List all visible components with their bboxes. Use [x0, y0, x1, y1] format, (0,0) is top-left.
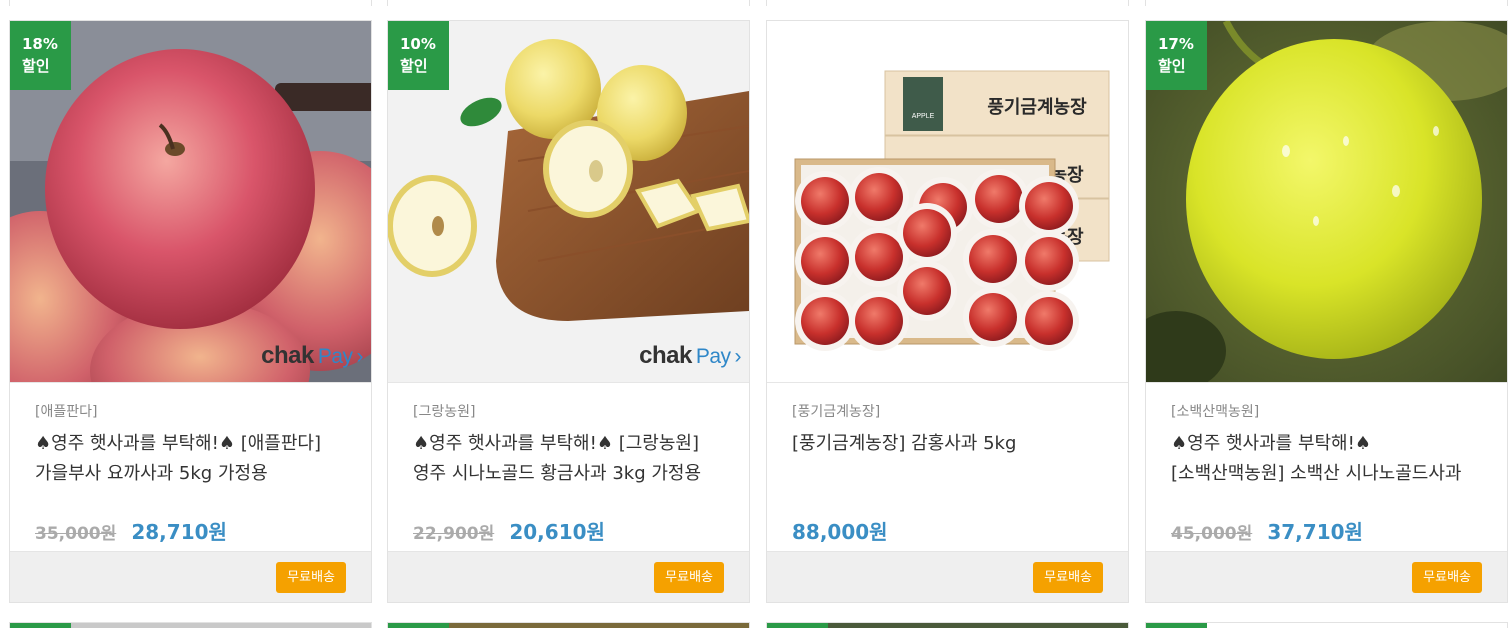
chevron-right-icon: ›	[356, 345, 364, 368]
discount-rate: 18%	[22, 35, 58, 53]
seller-name: [그랑농원]	[413, 404, 476, 420]
box-logo-text: APPLE	[912, 113, 935, 120]
apple-shape	[1025, 237, 1073, 285]
product-card[interactable]: 10% 할인 chak Pay › [그랑농원] ♠영주 햇사과를 부탁해!♠ [그…	[387, 20, 750, 603]
card-footer: 무료배송	[10, 551, 371, 602]
free-shipping-badge[interactable]: 무료배송	[1412, 562, 1482, 593]
price-row: 88,000원	[792, 518, 888, 546]
product-title[interactable]: [풍기금계농장] 감홍사과 5kg	[792, 429, 1103, 489]
apple-shape	[969, 293, 1017, 341]
next-row-card-edge	[766, 622, 1129, 628]
discount-rate: 17%	[1158, 35, 1194, 53]
discount-label: 할인	[22, 57, 50, 75]
seller-name: [소백산맥농원]	[1171, 404, 1260, 420]
product-info[interactable]: [풍기금계농장] [풍기금계농장] 감홍사과 5kg 88,000원	[767, 383, 1128, 551]
product-title[interactable]: ♠영주 햇사과를 부탁해!♠ [애플판다] 가을부사 요까사과 5kg 가정용	[35, 429, 346, 489]
price-row: 45,000원 37,710원	[1171, 518, 1363, 546]
original-price: 45,000원	[1171, 524, 1253, 544]
apple-shape	[855, 173, 903, 221]
prev-row-card-edge	[9, 0, 372, 6]
discount-badge-edge	[1146, 623, 1207, 628]
apple-shape	[801, 297, 849, 345]
apple-shape	[969, 235, 1017, 283]
card-footer: 무료배송	[767, 551, 1128, 602]
discount-label: 할인	[400, 57, 428, 75]
seller-name: [풍기금계농장]	[792, 404, 881, 420]
original-price: 35,000원	[35, 524, 117, 544]
sale-price: 20,610원	[509, 520, 605, 544]
discount-rate: 10%	[400, 35, 436, 53]
next-row-card-edge	[1145, 622, 1508, 628]
chakpay-chak: chak	[261, 342, 314, 369]
price-row: 22,900원 20,610원	[413, 518, 605, 546]
image-edge	[1207, 623, 1507, 628]
product-info[interactable]: [애플판다] ♠영주 햇사과를 부탁해!♠ [애플판다] 가을부사 요까사과 5…	[10, 383, 371, 551]
apple-shape	[801, 237, 849, 285]
chakpay-chak: chak	[639, 342, 692, 369]
price-row: 35,000원 28,710원	[35, 518, 227, 546]
prev-row-card-edge	[766, 0, 1129, 6]
card-footer: 무료배송	[1146, 551, 1507, 602]
product-image[interactable]: APPLE 풍기금계농장 농장 농장	[767, 21, 1128, 382]
prev-row-card-edge	[1145, 0, 1508, 6]
free-shipping-badge[interactable]: 무료배송	[276, 562, 346, 593]
discount-badge: 17% 할인	[1146, 21, 1207, 90]
apple-shape	[1025, 182, 1073, 230]
chakpay-logo: chak Pay ›	[639, 342, 741, 370]
discount-badge-edge	[767, 623, 828, 628]
sale-price: 28,710원	[131, 520, 227, 544]
next-row-card-edge	[387, 622, 750, 628]
discount-badge: 10% 할인	[388, 21, 449, 90]
product-card[interactable]: 17% 할인 [소백산맥농원] ♠영주 햇사과를 부탁해!♠ [소백산맥농원] …	[1145, 20, 1508, 603]
free-shipping-badge[interactable]: 무료배송	[1033, 562, 1103, 593]
box-brand-text: 풍기금계농장	[987, 97, 1087, 118]
chakpay-logo: chak Pay ›	[261, 342, 363, 370]
product-info[interactable]: [그랑농원] ♠영주 햇사과를 부탁해!♠ [그랑농원] 영주 시나노골드 황금…	[388, 383, 749, 551]
apple-shape	[855, 297, 903, 345]
discount-badge-edge	[388, 623, 449, 628]
apple-shape	[1025, 297, 1073, 345]
apple-shape	[903, 209, 951, 257]
product-title[interactable]: ♠영주 햇사과를 부탁해!♠ [소백산맥농원] 소백산 시나노골드사과 5kg	[1171, 429, 1482, 489]
original-price: 22,900원	[413, 524, 495, 544]
discount-badge: 18% 할인	[10, 21, 71, 90]
prev-row-card-edge	[387, 0, 750, 6]
seller-name: [애플판다]	[35, 404, 98, 420]
sale-price: 88,000원	[792, 520, 888, 544]
free-shipping-badge[interactable]: 무료배송	[654, 562, 724, 593]
apple-shape	[903, 267, 951, 315]
apple-shape	[975, 175, 1023, 223]
apple-shape	[855, 233, 903, 281]
next-row-card-edge	[9, 622, 372, 628]
sale-price: 37,710원	[1267, 520, 1363, 544]
product-info[interactable]: [소백산맥농원] ♠영주 햇사과를 부탁해!♠ [소백산맥농원] 소백산 시나노…	[1146, 383, 1507, 551]
product-card[interactable]: APPLE 풍기금계농장 농장 농장 [풍기금계농장] [풍기금계농장] 감홍사…	[766, 20, 1129, 603]
image-edge	[71, 623, 371, 628]
discount-label: 할인	[1158, 57, 1186, 75]
apple-shape	[801, 177, 849, 225]
card-footer: 무료배송	[388, 551, 749, 602]
discount-badge-edge	[10, 623, 71, 628]
product-grid: 18% 할인 chak Pay › [애플판다] ♠영주 햇사과를 부탁해!♠ [애…	[0, 0, 1512, 628]
image-edge	[828, 623, 1128, 628]
product-card[interactable]: 18% 할인 chak Pay › [애플판다] ♠영주 햇사과를 부탁해!♠ [애…	[9, 20, 372, 603]
chakpay-pay: Pay	[695, 345, 731, 368]
product-title[interactable]: ♠영주 햇사과를 부탁해!♠ [그랑농원] 영주 시나노골드 황금사과 3kg …	[413, 429, 724, 489]
chakpay-pay: Pay	[317, 345, 353, 368]
image-edge	[449, 623, 749, 628]
chevron-right-icon: ›	[734, 345, 742, 368]
